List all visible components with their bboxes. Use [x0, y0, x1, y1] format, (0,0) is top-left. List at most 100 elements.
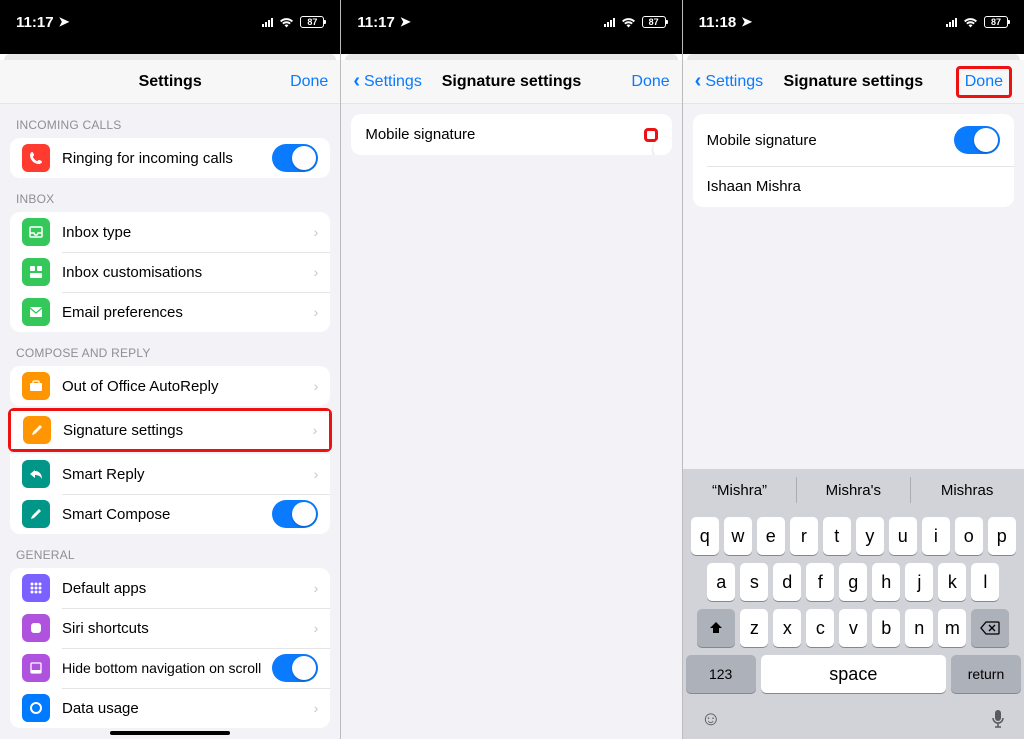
chevron-right-icon: › — [314, 224, 319, 240]
key-a[interactable]: a — [707, 563, 735, 601]
signal-icon — [262, 17, 273, 27]
toggle[interactable] — [272, 144, 318, 172]
home-indicator[interactable] — [110, 731, 230, 735]
key-p[interactable]: p — [988, 517, 1016, 555]
row-label: Smart Compose — [62, 506, 272, 523]
numbers-key[interactable]: 123 — [686, 655, 756, 693]
key-o[interactable]: o — [955, 517, 983, 555]
key-d[interactable]: d — [773, 563, 801, 601]
status-time: 11:17 — [357, 14, 395, 31]
key-b[interactable]: b — [872, 609, 900, 647]
space-key[interactable]: space — [761, 655, 946, 693]
phone-icon — [22, 144, 50, 172]
signal-icon — [946, 17, 957, 27]
key-l[interactable]: l — [971, 563, 999, 601]
row-label: Mobile signature — [707, 132, 817, 149]
navbar: Settings Done — [0, 60, 340, 104]
back-button[interactable]: ‹Settings — [695, 70, 763, 93]
key-i[interactable]: i — [922, 517, 950, 555]
location-icon: ➤ — [59, 14, 70, 30]
key-k[interactable]: k — [938, 563, 966, 601]
key-f[interactable]: f — [806, 563, 834, 601]
battery-icon: 87 — [984, 16, 1008, 28]
compose-icon — [22, 500, 50, 528]
suggestion[interactable]: Mishra's — [796, 469, 910, 511]
mobile-signature-row[interactable]: Mobile signature — [351, 114, 671, 155]
suggestions-bar: “Mishra” Mishra's Mishras — [683, 469, 1024, 511]
mic-key[interactable] — [990, 709, 1006, 729]
siri-row[interactable]: Siri shortcuts › — [10, 608, 330, 648]
chevron-left-icon: ‹ — [695, 70, 702, 93]
return-key[interactable]: return — [951, 655, 1021, 693]
key-t[interactable]: t — [823, 517, 851, 555]
done-button[interactable]: Done — [631, 73, 669, 91]
toggle[interactable] — [272, 500, 318, 528]
key-n[interactable]: n — [905, 609, 933, 647]
data-usage-row[interactable]: Data usage › — [10, 688, 330, 728]
key-x[interactable]: x — [773, 609, 801, 647]
key-v[interactable]: v — [839, 609, 867, 647]
back-button[interactable]: ‹Settings — [353, 70, 421, 93]
emoji-key[interactable]: ☺ — [701, 708, 721, 731]
key-u[interactable]: u — [889, 517, 917, 555]
key-h[interactable]: h — [872, 563, 900, 601]
keyboard: “Mishra” Mishra's Mishras q w e r t y u … — [683, 469, 1024, 739]
done-button[interactable]: Done — [290, 73, 328, 91]
wifi-icon — [279, 17, 294, 28]
suggestion[interactable]: Mishras — [910, 469, 1024, 511]
row-label: Signature settings — [63, 422, 313, 439]
ringing-row[interactable]: Ringing for incoming calls — [10, 138, 330, 178]
inbox-type-row[interactable]: Inbox type › — [10, 212, 330, 252]
navbar: ‹Settings Signature settings Done — [341, 60, 681, 104]
key-m[interactable]: m — [938, 609, 966, 647]
smart-reply-row[interactable]: Smart Reply › — [10, 454, 330, 494]
wifi-icon — [621, 17, 636, 28]
key-e[interactable]: e — [757, 517, 785, 555]
siri-icon — [22, 614, 50, 642]
key-z[interactable]: z — [740, 609, 768, 647]
shift-key[interactable] — [697, 609, 735, 647]
chevron-right-icon: › — [314, 700, 319, 716]
pencil-icon — [23, 416, 51, 444]
nav-icon — [22, 654, 50, 682]
signature-text-row[interactable]: Ishaan Mishra — [693, 166, 1014, 207]
row-label: Inbox type — [62, 224, 314, 241]
statusbar: 11:17 ➤ 87 — [341, 0, 681, 44]
row-label: Smart Reply — [62, 466, 314, 483]
chevron-right-icon: › — [314, 620, 319, 636]
row-label: Data usage — [62, 700, 314, 717]
chevron-right-icon: › — [314, 378, 319, 394]
statusbar: 11:17 ➤ 87 — [0, 0, 340, 44]
row-label: Default apps — [62, 580, 314, 597]
inbox-custom-row[interactable]: Inbox customisations › — [10, 252, 330, 292]
battery-icon: 87 — [642, 16, 666, 28]
signature-settings-row[interactable]: Signature settings › — [11, 411, 329, 449]
mobile-signature-row[interactable]: Mobile signature — [693, 114, 1014, 166]
key-w[interactable]: w — [724, 517, 752, 555]
location-icon: ➤ — [400, 14, 411, 30]
row-label: Mobile signature — [365, 126, 475, 143]
key-j[interactable]: j — [905, 563, 933, 601]
key-c[interactable]: c — [806, 609, 834, 647]
toggle[interactable] — [272, 654, 318, 682]
email-prefs-row[interactable]: Email preferences › — [10, 292, 330, 332]
section-header: GENERAL — [0, 534, 340, 568]
chevron-right-icon: › — [314, 466, 319, 482]
suggestion[interactable]: “Mishra” — [683, 469, 797, 511]
key-q[interactable]: q — [691, 517, 719, 555]
key-s[interactable]: s — [740, 563, 768, 601]
key-r[interactable]: r — [790, 517, 818, 555]
smart-compose-row[interactable]: Smart Compose — [10, 494, 330, 534]
reply-icon — [22, 460, 50, 488]
ooo-row[interactable]: Out of Office AutoReply › — [10, 366, 330, 406]
default-apps-row[interactable]: Default apps › — [10, 568, 330, 608]
inbox-icon — [22, 218, 50, 246]
mobile-signature-toggle[interactable] — [954, 126, 1000, 154]
done-button[interactable]: Done — [956, 66, 1012, 98]
key-g[interactable]: g — [839, 563, 867, 601]
backspace-key[interactable] — [971, 609, 1009, 647]
key-y[interactable]: y — [856, 517, 884, 555]
row-label: Ringing for incoming calls — [62, 150, 272, 167]
hide-nav-row[interactable]: Hide bottom navigation on scroll — [10, 648, 330, 688]
row-label: Inbox customisations — [62, 264, 314, 281]
